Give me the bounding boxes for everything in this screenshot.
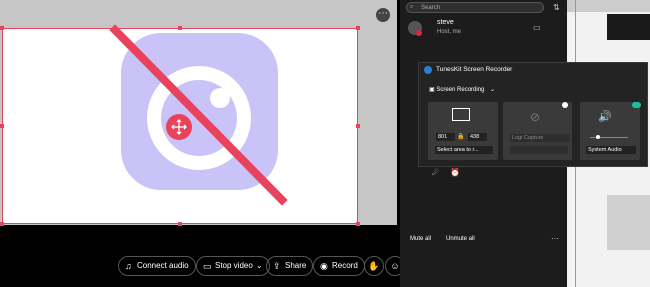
width-field[interactable]: 801 — [436, 133, 455, 141]
participant-role: Host, me — [437, 29, 462, 35]
audio-toggle[interactable] — [632, 102, 641, 108]
smiley-icon: ☺ — [390, 261, 400, 271]
mute-all-button[interactable]: Mute all — [410, 236, 431, 242]
height-field[interactable]: 438 — [468, 133, 487, 141]
unmute-all-button[interactable]: Unmute all — [446, 236, 475, 242]
recording-mode-select[interactable]: ▣ Screen Recording ⌄ — [429, 86, 495, 93]
stop-video-button[interactable]: ▭ Stop video ⌄ — [196, 256, 270, 276]
sort-icon[interactable]: ⇅ — [553, 3, 560, 12]
camera-off-illustration — [109, 24, 288, 206]
headset-icon: ♫ — [125, 261, 132, 271]
audio-source-select[interactable]: System Audio — [586, 146, 636, 154]
area-select[interactable]: Select area to r... — [435, 146, 493, 154]
share-button[interactable]: ⇪ Share — [266, 256, 314, 276]
volume-slider-thumb[interactable] — [596, 135, 600, 139]
recorder-title: TunesKit Screen Recorder — [436, 66, 513, 73]
camera-select[interactable]: Logi Capture — [510, 134, 570, 142]
mic-muted-icon — [416, 30, 422, 36]
display-icon[interactable] — [452, 108, 470, 121]
video-icon: ▭ — [533, 23, 541, 32]
effects-icon[interactable]: ☄ — [432, 168, 439, 177]
video-camera-icon: ▭ — [203, 261, 212, 271]
gray-block-bottom — [607, 195, 650, 250]
recorder-logo-icon — [424, 66, 432, 74]
camera-toggle[interactable] — [562, 102, 568, 108]
chevron-down-icon: ⌄ — [490, 87, 496, 93]
speaker-icon: 🔊 — [598, 111, 612, 123]
camera-format-select[interactable] — [510, 146, 568, 154]
alarm-icon[interactable]: ⏰ — [450, 168, 460, 177]
search-icon: ⌕ — [410, 4, 414, 10]
dark-block-top — [607, 14, 650, 40]
camera-off-icon: ⊘ — [530, 110, 541, 124]
hand-icon: ✋ — [368, 261, 380, 271]
panel-more-button[interactable]: ⋯ — [551, 234, 559, 243]
connect-audio-button[interactable]: ♫ Connect audio — [118, 256, 196, 276]
participant-name: steve — [437, 19, 454, 26]
top-strip — [567, 0, 650, 12]
record-button[interactable]: ◉ Record — [313, 256, 365, 276]
raise-hand-button[interactable]: ✋ — [364, 256, 384, 276]
monitor-icon: ▣ — [429, 87, 435, 93]
record-icon: ◉ — [320, 261, 328, 271]
share-icon: ⇪ — [273, 261, 281, 271]
lock-icon[interactable]: 🔒 — [457, 133, 464, 140]
chevron-down-icon[interactable]: ⌄ — [256, 261, 263, 270]
participant-search-input[interactable]: Search — [406, 2, 544, 13]
